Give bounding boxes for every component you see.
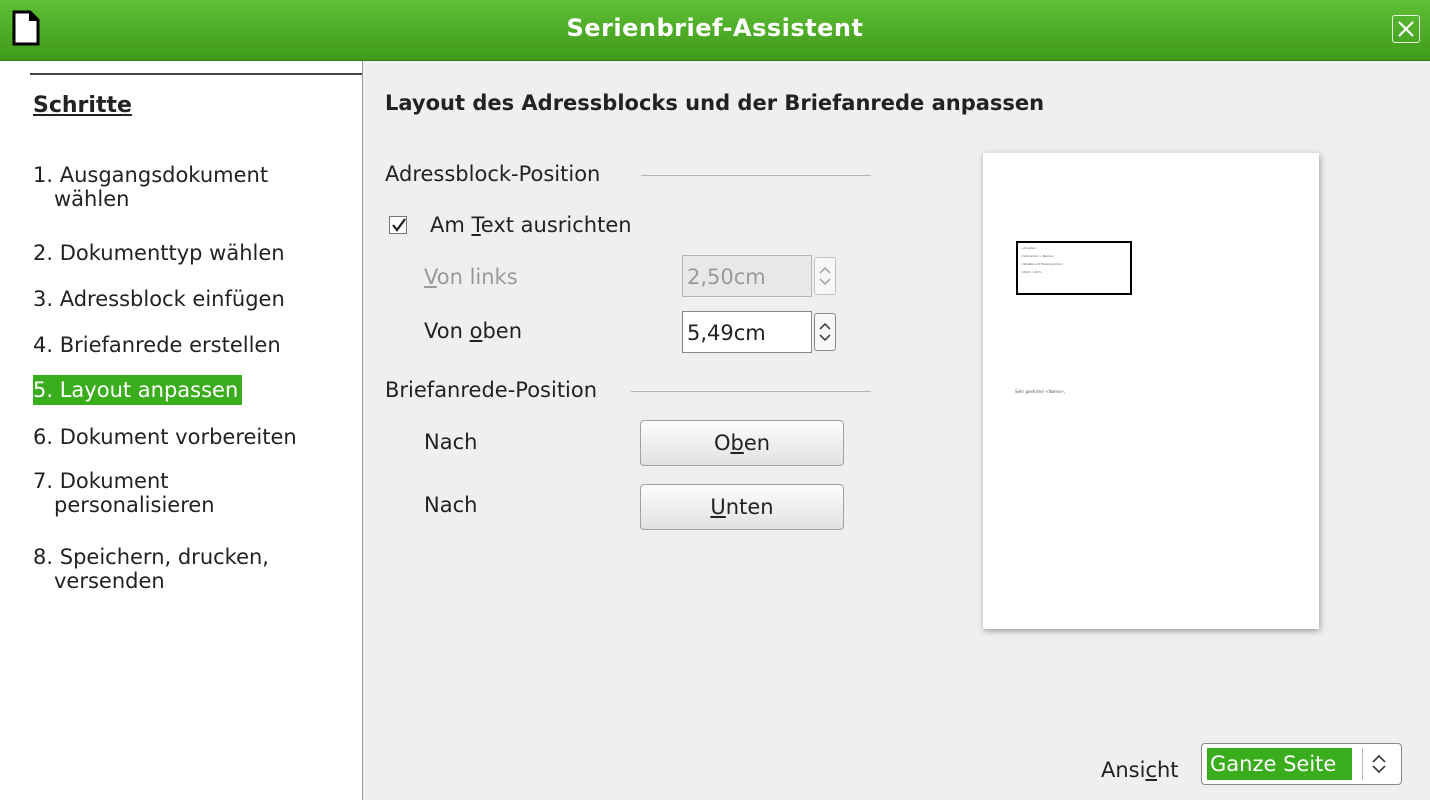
step-number: 3. bbox=[33, 287, 54, 311]
address-block-preview: <Anrede> <Vorname> <Name> <Straße und Ha… bbox=[1016, 241, 1132, 295]
move-down-button[interactable]: Unten bbox=[640, 484, 844, 530]
step-label: Briefanrede erstellen bbox=[59, 333, 281, 357]
page-preview: <Anrede> <Vorname> <Name> <Straße und Ha… bbox=[983, 153, 1319, 629]
move-up-label-part: en bbox=[743, 431, 771, 455]
step-label: Dokument bbox=[59, 469, 169, 493]
mnemonic-char: U bbox=[710, 495, 726, 519]
view-label: Ansicht bbox=[1101, 758, 1179, 782]
step-number: 4. bbox=[33, 333, 54, 357]
salutation-group-line bbox=[631, 391, 871, 392]
step-label: Dokument vorbereiten bbox=[59, 425, 297, 449]
address-line-preview: <PLZ> <Ort> bbox=[1021, 270, 1043, 274]
step-label: Adressblock einfügen bbox=[59, 287, 285, 311]
view-dropdown[interactable]: Ganze Seite bbox=[1201, 743, 1402, 785]
view-dropdown-toggle[interactable] bbox=[1362, 748, 1395, 780]
step-1[interactable]: 1. Ausgangsdokument wählen bbox=[33, 163, 268, 211]
from-top-label-part: ben bbox=[482, 319, 522, 343]
step-number: 5. bbox=[33, 378, 54, 402]
align-to-text-label-part: Am bbox=[430, 213, 472, 237]
step-4[interactable]: 4. Briefanrede erstellen bbox=[33, 333, 281, 357]
checkmark-icon bbox=[392, 218, 406, 232]
move-down-label-part: nten bbox=[725, 495, 774, 519]
close-icon bbox=[1398, 21, 1414, 37]
step-label: Ausgangsdokument bbox=[59, 163, 269, 187]
view-label-part: ht bbox=[1157, 758, 1179, 782]
mnemonic-char: o bbox=[469, 319, 483, 343]
step-label: Dokumenttyp wählen bbox=[59, 241, 285, 265]
mnemonic-char: T bbox=[471, 213, 481, 237]
step-number: 6. bbox=[33, 425, 54, 449]
after-label-1: Nach bbox=[424, 430, 478, 454]
after-label-2: Nach bbox=[424, 493, 478, 517]
spin-arrows-icon bbox=[819, 266, 831, 286]
step-8[interactable]: 8. Speichern, drucken, versenden bbox=[33, 545, 269, 593]
view-label-part: Ansi bbox=[1101, 758, 1146, 782]
step-7[interactable]: 7. Dokument personalisieren bbox=[33, 469, 215, 517]
from-top-spin-buttons[interactable] bbox=[814, 313, 836, 351]
step-label-line2: wählen bbox=[54, 187, 130, 211]
from-top-label-part: Von bbox=[424, 319, 470, 343]
from-left-label: Von links bbox=[424, 265, 518, 289]
step-number: 2. bbox=[33, 241, 54, 265]
mnemonic-char: b bbox=[730, 431, 744, 455]
align-to-text-label: Am Text ausrichten bbox=[430, 213, 632, 237]
main-panel: Layout des Adressblocks und der Briefanr… bbox=[363, 61, 1430, 800]
close-button[interactable] bbox=[1392, 15, 1420, 43]
window-title: Serienbrief-Assistent bbox=[566, 14, 864, 42]
mnemonic-char: V bbox=[424, 265, 437, 289]
step-3[interactable]: 3. Adressblock einfügen bbox=[33, 287, 285, 311]
step-number: 7. bbox=[33, 469, 54, 493]
from-left-spin-buttons[interactable] bbox=[814, 257, 836, 295]
step-6[interactable]: 6. Dokument vorbereiten bbox=[33, 425, 297, 449]
step-2[interactable]: 2. Dokumenttyp wählen bbox=[33, 241, 285, 265]
step-5-active[interactable]: 5. Layout anpassen bbox=[33, 375, 243, 405]
view-dropdown-value[interactable]: Ganze Seite bbox=[1207, 748, 1352, 780]
title-bar: Serienbrief-Assistent bbox=[0, 0, 1430, 61]
step-label: Layout anpassen bbox=[59, 378, 239, 402]
sidebar-divider bbox=[30, 73, 362, 75]
step-label: Speichern, drucken, bbox=[59, 545, 269, 569]
step-label-line2: versenden bbox=[54, 569, 165, 593]
step-number: 8. bbox=[33, 545, 54, 569]
align-to-text-label-part: ext ausrichten bbox=[480, 213, 632, 237]
salutation-preview: Sehr geehrte/r <Name>, bbox=[1015, 389, 1066, 394]
from-top-label: Von oben bbox=[424, 319, 522, 343]
step-label-line2: personalisieren bbox=[54, 493, 215, 517]
address-line-preview: <Vorname> <Name> bbox=[1021, 254, 1055, 258]
mnemonic-char: c bbox=[1145, 758, 1157, 782]
step-number: 1. bbox=[33, 163, 54, 187]
address-group-label: Adressblock-Position bbox=[385, 162, 601, 186]
address-group-line bbox=[641, 175, 871, 176]
address-line-preview: <Straße und Hausnummer> bbox=[1021, 262, 1064, 266]
move-up-button[interactable]: Oben bbox=[640, 420, 844, 466]
steps-sidebar: Schritte 1. Ausgangsdokument wählen 2. D… bbox=[0, 61, 363, 800]
move-up-label-part: O bbox=[713, 431, 731, 455]
address-line-preview: <Anrede> bbox=[1021, 246, 1037, 250]
updown-arrows-icon bbox=[1372, 754, 1386, 774]
steps-heading: Schritte bbox=[33, 93, 132, 118]
from-top-input[interactable]: 5,49cm bbox=[682, 311, 812, 353]
page-heading: Layout des Adressblocks und der Briefanr… bbox=[385, 91, 1045, 115]
align-to-text-checkbox[interactable] bbox=[389, 216, 407, 234]
salutation-group-label: Briefanrede-Position bbox=[385, 378, 598, 402]
spin-arrows-icon bbox=[819, 322, 831, 342]
from-left-input[interactable]: 2,50cm bbox=[682, 255, 812, 297]
from-left-label-part: on links bbox=[436, 265, 518, 289]
